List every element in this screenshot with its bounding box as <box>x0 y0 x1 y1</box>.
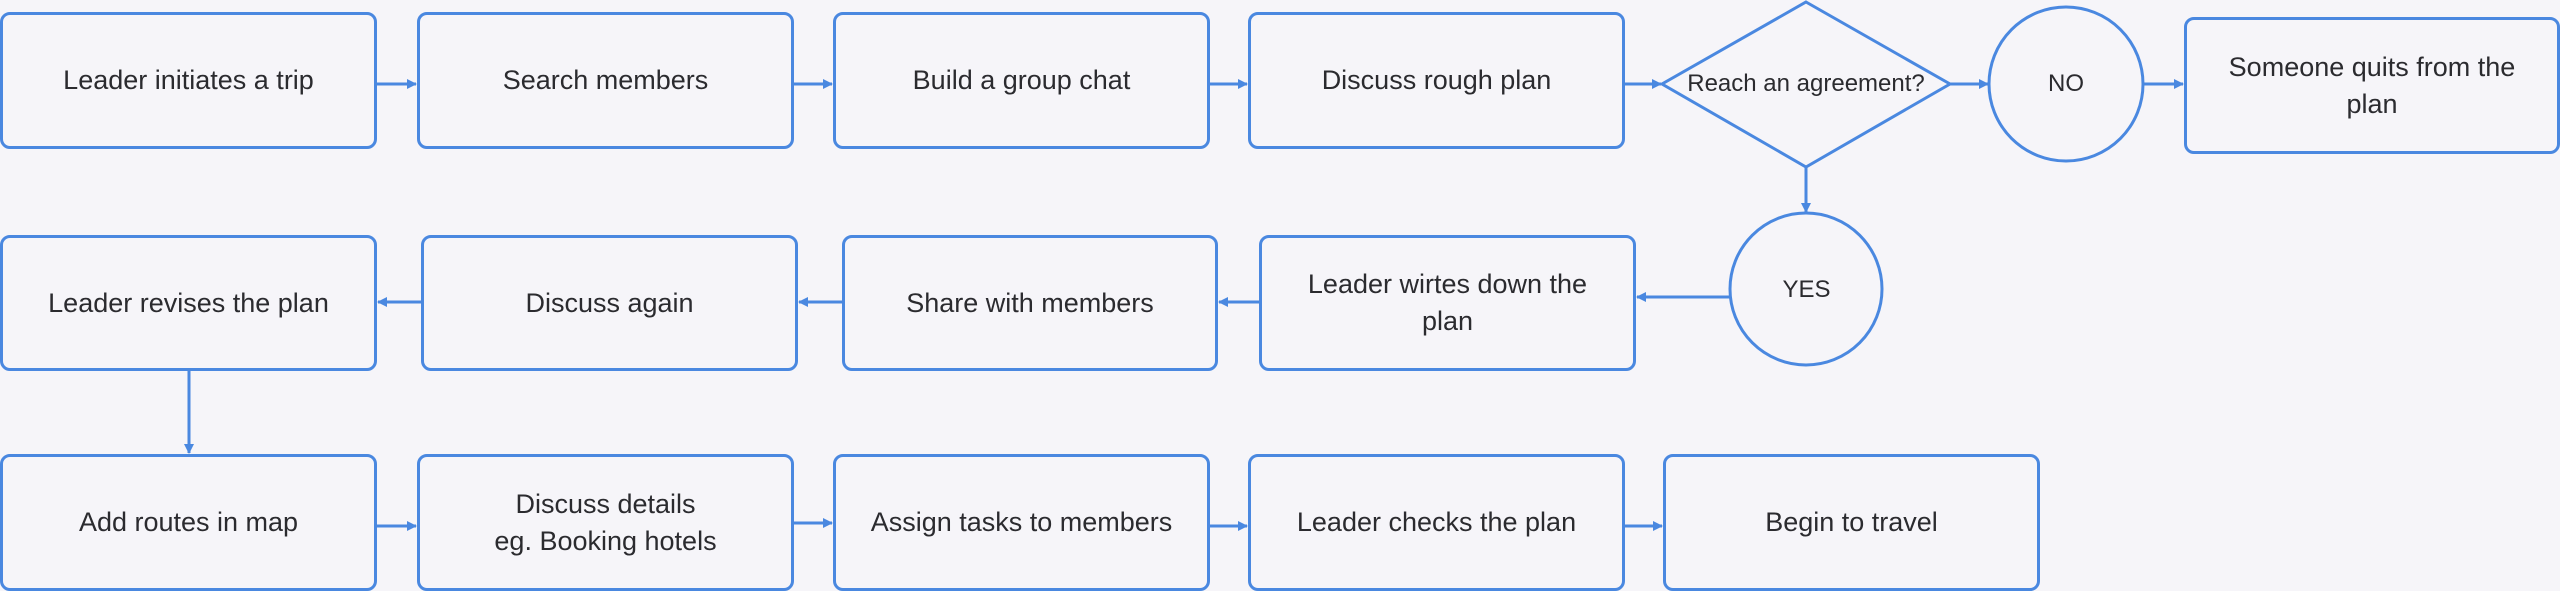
node-discuss-details[interactable]: Discuss details eg. Booking hotels <box>417 454 794 591</box>
node-assign-tasks[interactable]: Assign tasks to members <box>833 454 1210 591</box>
circle-label: YES <box>1782 275 1831 303</box>
node-build-group-chat[interactable]: Build a group chat <box>833 12 1210 149</box>
node-leader-revises-plan[interactable]: Leader revises the plan <box>0 235 377 371</box>
node-label: Discuss again <box>525 287 694 318</box>
node-share-with-members[interactable]: Share with members <box>842 235 1218 371</box>
node-discuss-again[interactable]: Discuss again <box>421 235 798 371</box>
node-label: Someone quits from the plan <box>2228 51 2516 119</box>
terminal-no[interactable]: NO <box>1988 6 2144 162</box>
node-label: Leader revises the plan <box>48 287 329 318</box>
node-label: Share with members <box>906 287 1154 318</box>
node-search-members[interactable]: Search members <box>417 12 794 149</box>
node-begin-travel[interactable]: Begin to travel <box>1663 454 2040 591</box>
node-label: Assign tasks to members <box>870 507 1173 537</box>
node-leader-initiates-trip[interactable]: Leader initiates a trip <box>0 12 377 149</box>
node-leader-writes-plan[interactable]: Leader wirtes down the plan <box>1259 235 1636 371</box>
decision-label: Reach an agreement? <box>1687 70 1925 97</box>
terminal-yes[interactable]: YES <box>1729 212 1884 367</box>
decision-reach-agreement[interactable]: Reach an agreement? <box>1661 0 1951 168</box>
node-discuss-rough-plan[interactable]: Discuss rough plan <box>1248 12 1625 149</box>
node-label: Discuss rough plan <box>1321 65 1552 95</box>
node-label: Discuss details eg. Booking hotels <box>494 488 717 556</box>
node-leader-checks-plan[interactable]: Leader checks the plan <box>1248 454 1625 591</box>
circle-label: NO <box>2048 70 2084 97</box>
node-add-routes-map[interactable]: Add routes in map <box>0 454 377 591</box>
node-label: Add routes in map <box>78 507 299 537</box>
node-label: Leader initiates a trip <box>63 65 314 95</box>
node-label: Begin to travel <box>1765 507 1938 537</box>
node-label: Search members <box>502 65 709 95</box>
node-label: Leader wirtes down the plan <box>1307 269 1588 336</box>
node-someone-quits[interactable]: Someone quits from the plan <box>2184 17 2560 154</box>
node-label: Leader checks the plan <box>1296 507 1577 537</box>
node-label: Build a group chat <box>912 65 1131 95</box>
